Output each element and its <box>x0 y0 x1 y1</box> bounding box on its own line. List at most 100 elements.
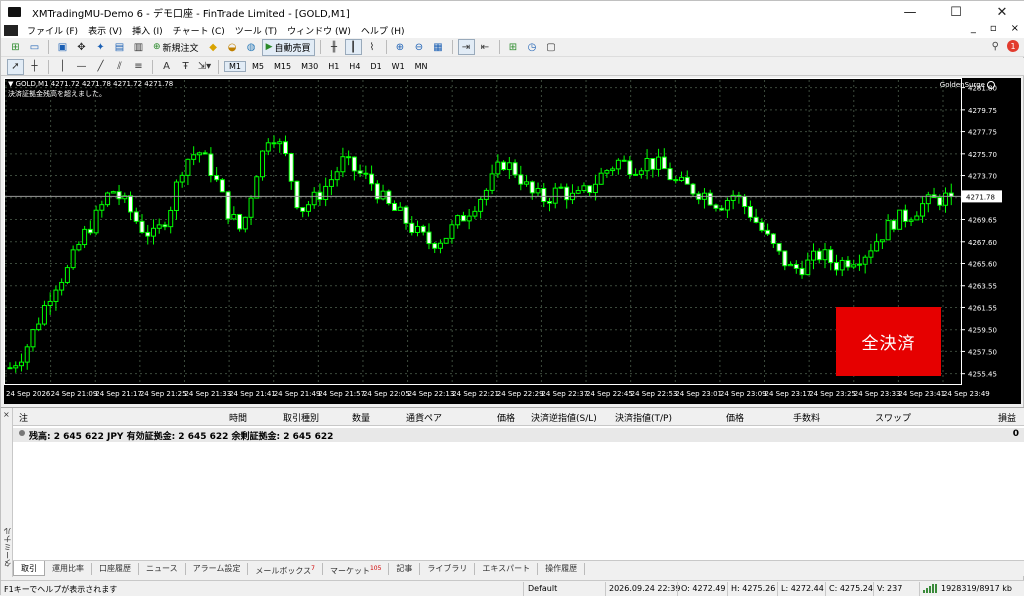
market-watch-icon[interactable]: ▣ <box>54 39 71 55</box>
navigator-icon[interactable]: ✦ <box>92 39 109 55</box>
balance-row[interactable]: 残高: 2 645 622 JPY 有効証拠金: 2 645 622 余剰証拠金… <box>13 428 1024 442</box>
zoom-in-icon[interactable]: ⊕ <box>392 39 409 55</box>
col-tp[interactable]: 決済指値(T/P) <box>615 411 672 424</box>
metaeditor-icon[interactable]: ◆ <box>205 39 222 55</box>
expert-advisor-label[interactable]: GoldenSurge <box>940 81 995 89</box>
timeframe-m30[interactable]: M30 <box>297 62 322 71</box>
col-profit[interactable]: 損益 <box>998 411 1016 424</box>
candle-body <box>495 161 501 175</box>
timeframe-m1[interactable]: M1 <box>224 61 246 72</box>
tile-windows-icon[interactable]: ▦ <box>430 39 447 55</box>
terminal-tab[interactable]: 操作履歴 <box>538 562 586 575</box>
terminal-tab[interactable]: 口座履歴 <box>92 562 139 575</box>
templates-icon[interactable]: ▢ <box>543 39 560 55</box>
price-chart[interactable]: 4281.804279.754277.754275.704273.704271.… <box>4 78 1021 404</box>
terminal-label: ターミナル <box>3 527 12 567</box>
timeframe-d1[interactable]: D1 <box>366 62 385 71</box>
indicators-icon[interactable]: ⊞ <box>505 39 522 55</box>
mdi-restore-button[interactable]: ▫ <box>990 23 997 34</box>
line-chart-icon[interactable]: ⌇ <box>364 39 381 55</box>
col-size[interactable]: 数量 <box>352 411 370 424</box>
strategy-tester-icon[interactable]: ▥ <box>130 39 147 55</box>
bar-chart-icon[interactable]: ╫ <box>326 39 343 55</box>
terminal-close-icon[interactable]: × <box>3 410 10 419</box>
menu-chart[interactable]: チャート (C) <box>168 24 230 37</box>
col-time[interactable]: 時間 <box>229 411 247 424</box>
terminal-tab[interactable]: ニュース <box>139 562 186 575</box>
candle-body <box>150 227 156 237</box>
candle-body <box>529 181 535 194</box>
terminal-tab[interactable]: 取引 <box>13 561 45 576</box>
timeframe-h1[interactable]: H1 <box>324 62 343 71</box>
connection-icon[interactable] <box>923 584 937 593</box>
col-swap[interactable]: スワップ <box>875 411 911 424</box>
col-order[interactable]: 注 <box>19 411 28 424</box>
close-button[interactable]: ✕ <box>979 1 1024 23</box>
candle-body <box>105 192 111 206</box>
menu-insert[interactable]: 挿入 (I) <box>127 24 168 37</box>
new-chart-icon[interactable]: ⊞ <box>7 39 24 55</box>
terminal-tab[interactable]: 記事 <box>389 562 421 575</box>
terminal-tab[interactable]: 運用比率 <box>45 562 92 575</box>
menu-window[interactable]: ウィンドウ (W) <box>282 24 356 37</box>
new-order-button[interactable]: ⊕ 新規注文 <box>149 39 203 56</box>
candle-body <box>667 168 673 181</box>
menu-help[interactable]: ヘルプ (H) <box>356 24 410 37</box>
chart-window-icon[interactable] <box>4 25 18 36</box>
candlestick-icon[interactable]: ┃ <box>344 39 362 55</box>
terminal-tab[interactable]: メールボックス7 <box>248 562 323 575</box>
balance-profit: 0 <box>1012 429 1019 439</box>
data-window-icon[interactable]: ✥ <box>73 39 90 55</box>
auto-scroll-icon[interactable]: ⇥ <box>457 39 475 55</box>
trendline-icon[interactable]: ╱ <box>92 59 109 75</box>
candle-body <box>512 162 518 176</box>
horizontal-line-icon[interactable]: — <box>73 59 90 75</box>
zoom-out-icon[interactable]: ⊖ <box>411 39 428 55</box>
arrows-icon[interactable]: ⇲▾ <box>196 59 213 75</box>
col-price[interactable]: 価格 <box>497 411 515 424</box>
signals-icon[interactable]: ◒ <box>224 39 241 55</box>
timeframe-w1[interactable]: W1 <box>388 62 409 71</box>
terminal-tab[interactable]: アラーム設定 <box>186 562 249 575</box>
menu-view[interactable]: 表示 (V) <box>83 24 127 37</box>
close-all-button[interactable]: 全決済 <box>836 307 941 376</box>
menu-tools[interactable]: ツール (T) <box>230 24 282 37</box>
menu-file[interactable]: ファイル (F) <box>22 24 83 37</box>
status-profile[interactable]: Default <box>528 584 557 593</box>
mdi-minimize-button[interactable]: _ <box>971 23 976 34</box>
timeframe-h4[interactable]: H4 <box>345 62 364 71</box>
market-icon[interactable]: ◍ <box>243 39 260 55</box>
terminal-icon[interactable]: ▤ <box>111 39 128 55</box>
candle-body <box>340 156 346 173</box>
auto-trading-icon: ▶ <box>265 42 273 52</box>
minimize-button[interactable]: — <box>887 1 933 23</box>
terminal-tab[interactable]: マーケット105 <box>323 562 390 575</box>
crosshair-icon[interactable]: ┼ <box>26 59 43 75</box>
text-label-icon[interactable]: Ŧ <box>177 59 194 75</box>
auto-trading-button[interactable]: ▶ 自動売買 <box>261 38 315 56</box>
fibonacci-icon[interactable]: ≡ <box>130 59 147 75</box>
col-commission[interactable]: 手数料 <box>793 411 820 424</box>
timeframe-mn[interactable]: MN <box>411 62 432 71</box>
chart-shift-icon[interactable]: ⇤ <box>477 39 494 55</box>
terminal-tab[interactable]: ライブラリ <box>420 562 476 575</box>
cursor-icon[interactable]: ➚ <box>7 58 24 75</box>
timeframe-m5[interactable]: M5 <box>248 62 268 71</box>
col-sl[interactable]: 決済逆指値(S/L) <box>531 411 597 424</box>
channel-icon[interactable]: ⫽ <box>111 59 128 75</box>
text-icon[interactable]: A <box>158 59 175 75</box>
periods-icon[interactable]: ◷ <box>524 39 541 55</box>
notification-badge[interactable]: 1 <box>1007 40 1019 52</box>
col-current-price[interactable]: 価格 <box>726 411 744 424</box>
mdi-close-button[interactable]: × <box>1011 23 1019 34</box>
maximize-button[interactable]: ☐ <box>933 1 979 23</box>
search-icon[interactable]: ⚲ <box>992 41 999 52</box>
vertical-line-icon[interactable]: │ <box>54 59 71 75</box>
candle-body <box>294 180 300 209</box>
terminal-tab[interactable]: エキスパート <box>475 562 539 575</box>
profiles-icon[interactable]: ▭ <box>26 39 43 55</box>
terminal-tab-label: アラーム設定 <box>192 563 241 573</box>
timeframe-m15[interactable]: M15 <box>270 62 295 71</box>
col-type[interactable]: 取引種別 <box>283 411 319 424</box>
col-symbol[interactable]: 通貨ペア <box>406 411 442 424</box>
